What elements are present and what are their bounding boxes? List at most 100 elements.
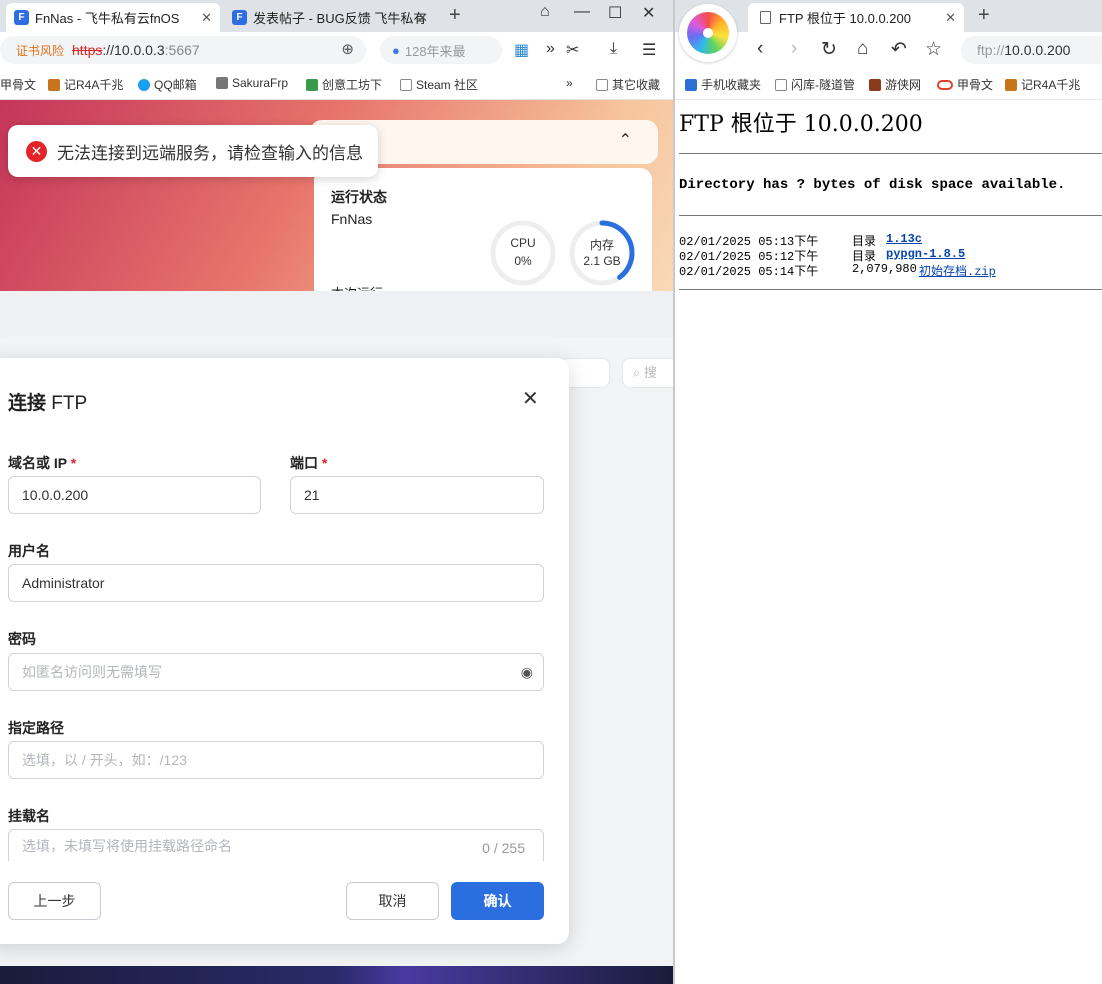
divider-line — [679, 215, 1102, 216]
bookmark-item[interactable]: SakuraFrp — [216, 76, 288, 90]
status-card-title: 运行状态 — [331, 189, 387, 205]
baidu-paw-icon: ● — [392, 42, 400, 58]
back-arrow-icon[interactable]: ‹ — [757, 38, 763, 60]
logo-swirl — [687, 12, 729, 54]
download-icon[interactable]: ⤓ — [610, 40, 617, 58]
disk-space-text: Directory has ? bytes of disk space avai… — [679, 177, 1066, 193]
apps-grid-icon[interactable]: ▦ — [514, 40, 529, 60]
back-button[interactable]: 上一步 — [8, 882, 101, 920]
port-label: 端口 * — [290, 455, 328, 471]
menu-icon[interactable]: ☰ — [642, 40, 656, 60]
host-input[interactable]: 10.0.0.200 — [8, 476, 261, 514]
cpu-gauge — [490, 220, 556, 286]
forward-arrow-icon[interactable]: › — [791, 38, 797, 60]
bookmark-item[interactable]: 手机收藏夹 — [685, 76, 761, 93]
ftp-heading: FTP 根位于 10.0.0.200 — [679, 112, 923, 137]
url-port: :5667 — [164, 42, 200, 58]
search-placeholder: 128年来最 — [404, 43, 466, 59]
right-tab-bar: FTP 根位于 10.0.0.200 ✕ + — [675, 0, 1102, 32]
close-tab-icon[interactable]: ✕ — [945, 10, 956, 26]
bookmark-item[interactable]: Steam 社区 — [400, 76, 478, 93]
skin-icon[interactable]: ⌂ — [540, 3, 550, 21]
game-site-icon — [869, 78, 881, 91]
maximize-icon[interactable]: ☐ — [608, 3, 622, 23]
left-tab-bar: F FnNas - 飞牛私有云fnOS ✕ F 发表帖子 - BUG反馈 飞牛私… — [0, 0, 673, 32]
cert-risk-warning[interactable]: 证书风险 — [16, 42, 64, 59]
minimize-icon[interactable]: — — [574, 3, 590, 21]
taskbar-background — [0, 966, 673, 984]
memory-value: 2.1 GB — [583, 254, 621, 268]
screenshot-cut-icon[interactable]: ✂ — [566, 40, 579, 60]
bookmark-item[interactable]: 甲骨文 — [937, 76, 993, 93]
undo-close-icon[interactable]: ↶ — [891, 38, 907, 61]
close-window-icon[interactable]: ✕ — [642, 3, 655, 23]
close-tab-icon[interactable]: ✕ — [201, 10, 212, 26]
more-tools-icon[interactable]: » — [546, 40, 555, 58]
device-name: FnNas — [331, 211, 373, 227]
page-search-input[interactable]: ⌕ 搜 — [622, 358, 673, 388]
bookmark-item[interactable]: QQ邮箱 — [138, 76, 197, 93]
reload-icon[interactable]: ↻ — [821, 38, 837, 61]
search-box[interactable]: ● 128年来最 — [380, 36, 502, 64]
file-link[interactable]: 初始存档.zip — [919, 262, 996, 279]
mobile-icon — [685, 78, 697, 91]
eye-off-icon[interactable]: ◉ — [521, 664, 533, 681]
tab-fnnas[interactable]: F FnNas - 飞牛私有云fnOS ✕ — [6, 3, 220, 32]
port-input[interactable]: 21 — [290, 476, 544, 514]
mount-name-input[interactable]: 选填，未填写将使用挂载路径命名 0 / 255 — [8, 829, 544, 861]
toast-message: 无法连接到远端服务，请检查输入的信息 — [57, 143, 363, 163]
left-browser-window: F FnNas - 飞牛私有云fnOS ✕ F 发表帖子 - BUG反馈 飞牛私… — [0, 0, 673, 984]
collapse-up-icon[interactable]: ⌃ — [619, 130, 632, 150]
page-icon — [400, 78, 412, 91]
tab-label: FnNas - 飞牛私有云fnOS — [35, 11, 180, 26]
cancel-button[interactable]: 取消 — [346, 882, 439, 920]
tab-bug-report[interactable]: F 发表帖子 - BUG反馈 飞牛私有 ✕ — [224, 3, 436, 32]
bookmark-item[interactable]: 游侠网 — [869, 76, 921, 93]
uptime-label: 本次运行 — [331, 283, 383, 291]
close-tab-icon[interactable]: ✕ — [417, 10, 428, 26]
cpu-label: CPU — [510, 236, 536, 250]
char-counter: 0 / 255 — [482, 840, 525, 856]
sakurafrp-icon — [216, 77, 228, 89]
bookmark-item[interactable]: 甲骨文 — [0, 76, 36, 93]
page-icon — [760, 11, 771, 24]
host-label: 域名或 IP * — [8, 455, 77, 471]
password-input[interactable]: 如匿名访问则无需填写 ◉ — [8, 653, 544, 691]
url-field[interactable]: 证书风险 https ://10.0.0.3 :5667 ⊕ — [0, 36, 366, 64]
memory-gauge — [569, 220, 635, 286]
new-tab-icon[interactable]: + — [449, 4, 461, 27]
url-scheme: https — [72, 42, 103, 58]
bookmark-icon — [1005, 78, 1017, 91]
other-bookmarks[interactable]: 其它收藏 — [596, 76, 660, 93]
bookmark-item[interactable]: 记R4A千兆 — [48, 76, 123, 93]
home-icon[interactable]: ⌂ — [857, 38, 868, 60]
error-icon: ✕ — [26, 140, 47, 162]
username-input[interactable]: Administrator — [8, 564, 544, 602]
bookmark-item[interactable]: 创意工坊下 — [306, 76, 382, 93]
bookmark-item[interactable]: 记R4A千兆 — [1005, 76, 1080, 93]
path-placeholder: 选填，以 / 开头，如：/123 — [22, 752, 187, 768]
error-toast: ✕ 无法连接到远端服务，请检查输入的信息 — [8, 125, 378, 177]
fnos-favicon-icon: F — [232, 10, 247, 25]
bookmarks-overflow-icon[interactable]: » — [566, 76, 573, 90]
cpu-value: 0% — [514, 254, 532, 268]
confirm-button[interactable]: 确认 — [451, 882, 544, 920]
workshop-icon — [306, 78, 318, 91]
folder-link[interactable]: 1.13c — [886, 232, 922, 246]
right-url-field[interactable]: ftp://10.0.0.200 — [961, 36, 1102, 64]
right-browser-window: FTP 根位于 10.0.0.200 ✕ + ‹ › ↻ ⌂ ↶ ☆ ftp:/… — [675, 0, 1102, 984]
tab-ftp-root[interactable]: FTP 根位于 10.0.0.200 ✕ — [748, 3, 964, 32]
new-tab-icon[interactable]: + — [978, 4, 990, 27]
path-input[interactable]: 选填，以 / 开头，如：/123 — [8, 741, 544, 779]
mount-name-label: 挂载名 — [8, 808, 50, 824]
connect-ftp-dialog: 连接 FTP ✕ 域名或 IP * 10.0.0.200 端口 * 21 用户名… — [0, 358, 569, 944]
close-dialog-icon[interactable]: ✕ — [522, 386, 539, 411]
star-icon[interactable]: ☆ — [925, 38, 942, 61]
password-placeholder: 如匿名访问则无需填写 — [22, 664, 162, 680]
browser-logo-icon[interactable] — [679, 4, 737, 62]
path-label: 指定路径 — [8, 720, 64, 736]
bookmark-item[interactable]: 闪库-隧道管 — [775, 76, 855, 93]
folder-link[interactable]: pypgn-1.8.5 — [886, 247, 965, 261]
status-card: 运行状态 FnNas 本次运行 CPU 0% 内存 2.1 GB — [314, 168, 652, 291]
zoom-icon[interactable]: ⊕ — [341, 40, 354, 58]
